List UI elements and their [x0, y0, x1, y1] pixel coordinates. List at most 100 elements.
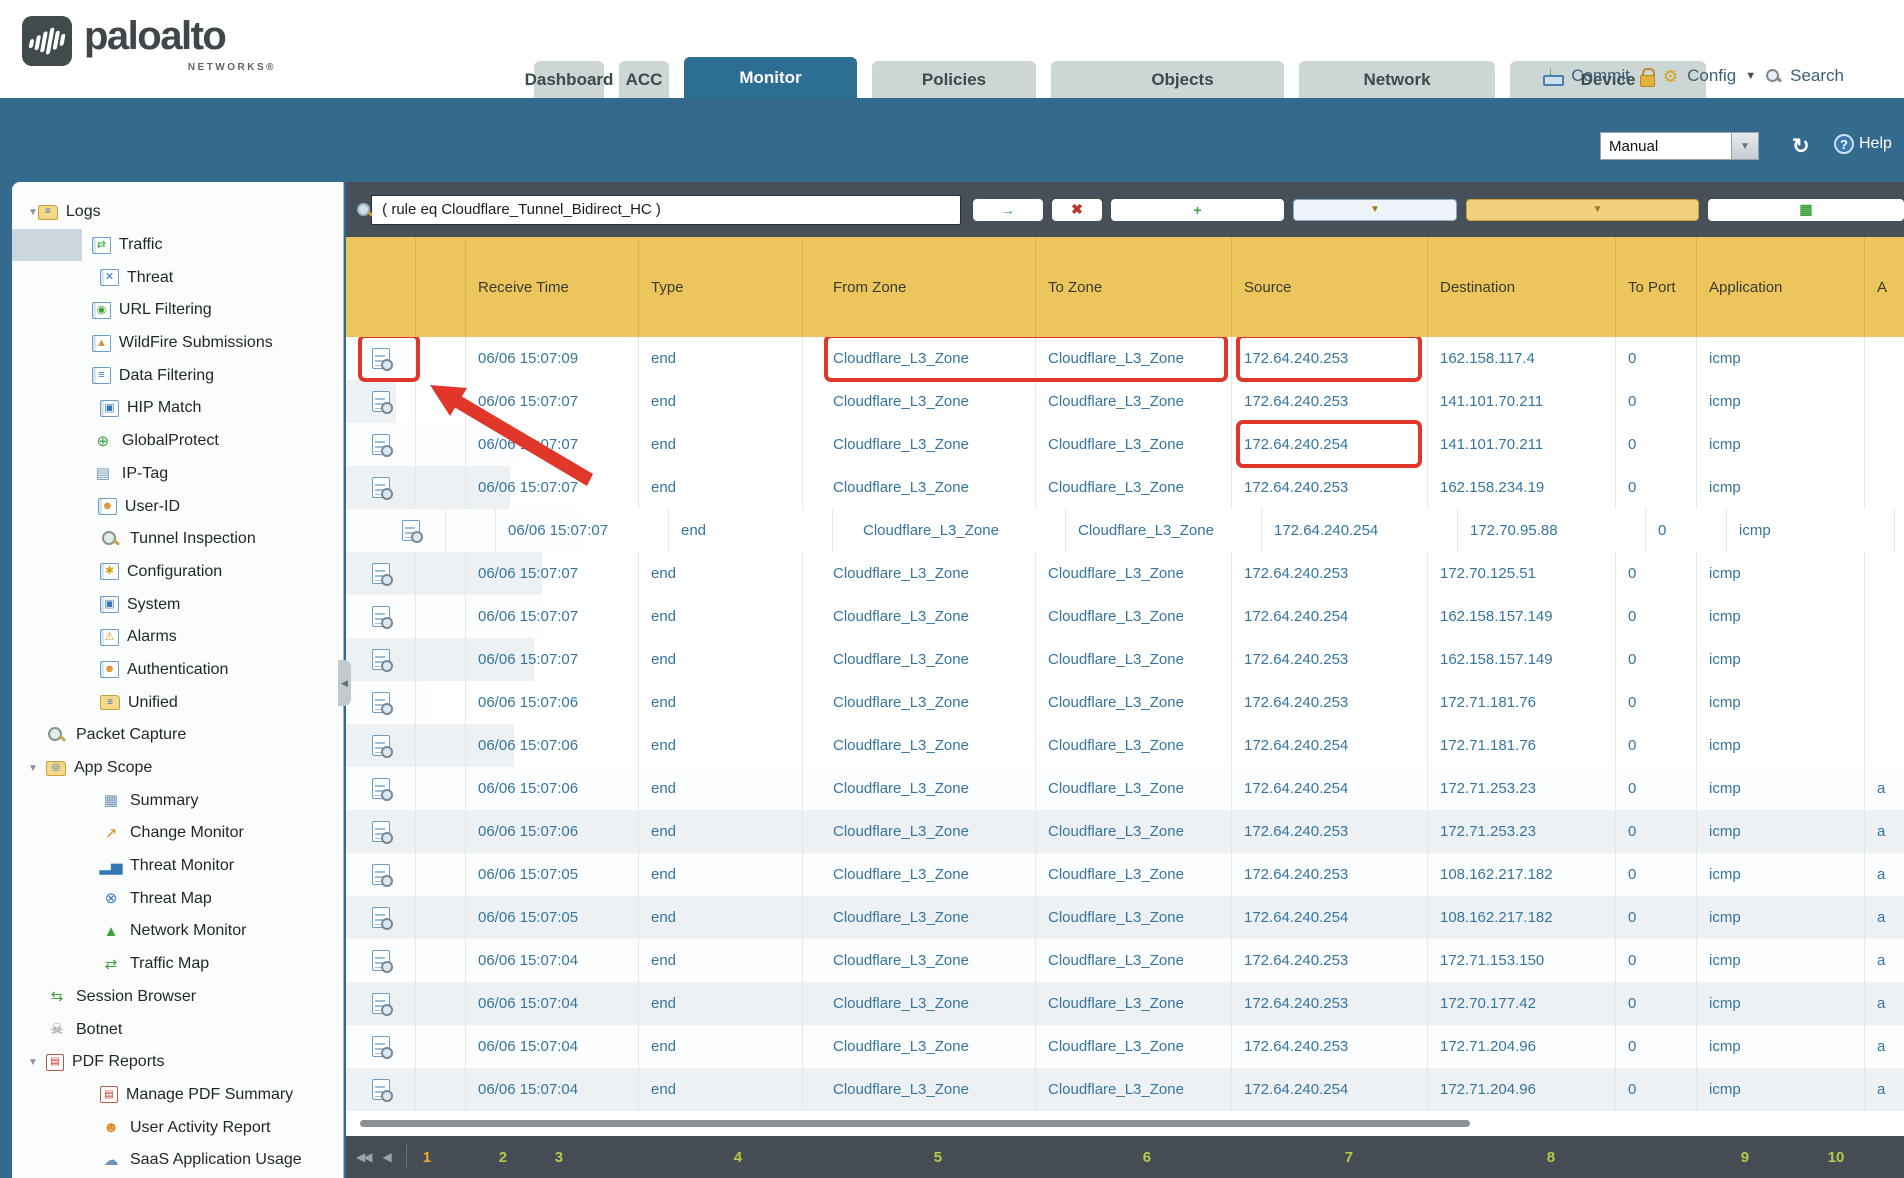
log-detail-icon[interactable]: [402, 520, 420, 541]
source-cell[interactable]: 172.64.240.253: [1232, 337, 1428, 380]
column-header[interactable]: [416, 237, 466, 337]
source-cell[interactable]: 172.64.240.253: [1232, 552, 1428, 595]
receive-time-cell[interactable]: 06/06 15:07:07: [466, 595, 639, 638]
to-zone-cell[interactable]: Cloudflare_L3_Zone: [1036, 638, 1232, 681]
destination-cell[interactable]: 172.70.177.42: [1428, 982, 1616, 1025]
from-zone-cell[interactable]: Cloudflare_L3_Zone: [803, 552, 1036, 595]
refresh-icon[interactable]: ↻: [1792, 134, 1810, 159]
application-cell[interactable]: icmp: [1697, 853, 1865, 896]
source-cell[interactable]: 172.64.240.254: [1262, 509, 1458, 552]
lock-icon[interactable]: [1639, 67, 1654, 85]
application-cell[interactable]: icmp: [1697, 1025, 1865, 1068]
nav-tab[interactable]: Network: [1299, 61, 1495, 98]
to-zone-cell[interactable]: Cloudflare_L3_Zone: [1036, 1068, 1232, 1111]
to-zone-cell[interactable]: Cloudflare_L3_Zone: [1036, 939, 1232, 982]
action-cell[interactable]: a: [1865, 896, 1904, 939]
prev-page-icon[interactable]: ◀: [382, 1150, 389, 1164]
type-cell[interactable]: end: [639, 896, 803, 939]
type-cell[interactable]: end: [639, 681, 803, 724]
page-number[interactable]: 3: [555, 1149, 728, 1166]
application-cell[interactable]: icmp: [1697, 595, 1865, 638]
sidebar-item[interactable]: ▼ Summary: [12, 784, 343, 817]
sidebar-item[interactable]: ▼ Threat Monitor: [12, 850, 343, 883]
help-label[interactable]: Help: [1859, 135, 1892, 153]
to-port-cell[interactable]: 0: [1616, 810, 1697, 853]
type-cell[interactable]: end: [639, 337, 803, 380]
destination-cell[interactable]: 162.158.234.19: [1428, 466, 1616, 509]
source-cell[interactable]: 172.64.240.253: [1232, 638, 1428, 681]
application-cell[interactable]: icmp: [1697, 552, 1865, 595]
type-cell[interactable]: end: [639, 1068, 803, 1111]
receive-time-cell[interactable]: 06/06 15:07:07: [466, 423, 639, 466]
action-cell[interactable]: a: [1865, 982, 1904, 1025]
to-zone-cell[interactable]: Cloudflare_L3_Zone: [1036, 423, 1232, 466]
source-cell[interactable]: 172.64.240.253: [1232, 810, 1428, 853]
search-button[interactable]: Search: [1790, 66, 1844, 86]
source-cell[interactable]: 172.64.240.253: [1232, 466, 1428, 509]
receive-time-cell[interactable]: 06/06 15:07:07: [466, 552, 639, 595]
destination-cell[interactable]: 108.162.217.182: [1428, 896, 1616, 939]
action-cell[interactable]: a: [1865, 810, 1904, 853]
sidebar-item[interactable]: ▼ GlobalProtect: [12, 425, 200, 458]
page-number[interactable]: 8: [1547, 1149, 1735, 1166]
to-port-cell[interactable]: 0: [1616, 724, 1697, 767]
sidebar-item[interactable]: ▼ Alarms: [12, 621, 343, 654]
to-port-cell[interactable]: 0: [1616, 939, 1697, 982]
help-icon[interactable]: ?: [1834, 134, 1854, 154]
sidebar-item[interactable]: ▼ Threat: [12, 261, 185, 294]
to-port-cell[interactable]: 0: [1616, 896, 1697, 939]
receive-time-cell[interactable]: 06/06 15:07:04: [466, 1025, 639, 1068]
sidebar-item[interactable]: ▼ URL Filtering: [12, 294, 176, 327]
type-cell[interactable]: end: [639, 423, 803, 466]
receive-time-cell[interactable]: 06/06 15:07:07: [466, 380, 639, 423]
type-cell[interactable]: end: [639, 466, 803, 509]
application-cell[interactable]: icmp: [1697, 1068, 1865, 1111]
from-zone-cell[interactable]: Cloudflare_L3_Zone: [803, 337, 1036, 380]
source-cell[interactable]: 172.64.240.253: [1232, 853, 1428, 896]
to-zone-cell[interactable]: Cloudflare_L3_Zone: [1036, 896, 1232, 939]
sidebar-item[interactable]: ▼ HIP Match: [12, 392, 208, 425]
to-zone-cell[interactable]: Cloudflare_L3_Zone: [1036, 595, 1232, 638]
destination-cell[interactable]: 172.70.125.51: [1428, 552, 1616, 595]
source-cell[interactable]: 172.64.240.253: [1232, 681, 1428, 724]
destination-cell[interactable]: 162.158.157.149: [1428, 638, 1616, 681]
from-zone-cell[interactable]: Cloudflare_L3_Zone: [803, 896, 1036, 939]
to-port-cell[interactable]: 0: [1616, 638, 1697, 681]
column-header[interactable]: Receive Time: [466, 237, 639, 337]
config-caret-icon[interactable]: ▼: [1745, 70, 1756, 82]
to-port-cell[interactable]: 0: [1616, 853, 1697, 896]
column-header[interactable]: Destination: [1428, 237, 1616, 337]
sidebar-item[interactable]: ▼ Authentication: [12, 654, 343, 687]
from-zone-cell[interactable]: Cloudflare_L3_Zone: [803, 681, 1036, 724]
action-cell[interactable]: a: [1895, 509, 1904, 552]
application-cell[interactable]: icmp: [1697, 767, 1865, 810]
action-cell[interactable]: a: [1865, 595, 1877, 638]
from-zone-cell[interactable]: Cloudflare_L3_Zone: [803, 1025, 1036, 1068]
receive-time-cell[interactable]: 06/06 15:07:05: [466, 896, 639, 939]
column-header[interactable]: From Zone: [803, 237, 1036, 337]
to-port-cell[interactable]: 0: [1646, 509, 1727, 552]
log-detail-icon[interactable]: [372, 1036, 390, 1057]
from-zone-cell[interactable]: Cloudflare_L3_Zone: [803, 466, 1036, 509]
sidebar-item[interactable]: ▼ Botnet: [12, 1013, 343, 1046]
destination-cell[interactable]: 108.162.217.182: [1428, 853, 1616, 896]
from-zone-cell[interactable]: Cloudflare_L3_Zone: [803, 810, 1036, 853]
to-port-cell[interactable]: 0: [1616, 423, 1697, 466]
source-cell[interactable]: 172.64.240.254: [1232, 724, 1428, 767]
type-cell[interactable]: end: [639, 810, 803, 853]
to-zone-cell[interactable]: Cloudflare_L3_Zone: [1036, 810, 1232, 853]
expand-triangle-icon[interactable]: ▼: [28, 207, 38, 218]
application-cell[interactable]: icmp: [1697, 380, 1865, 423]
receive-time-cell[interactable]: 06/06 15:07:07: [466, 638, 639, 681]
sidebar-item[interactable]: ▼ IP-Tag: [12, 458, 93, 491]
action-cell[interactable]: a: [1865, 767, 1904, 810]
destination-cell[interactable]: 172.71.253.23: [1428, 767, 1616, 810]
destination-cell[interactable]: 141.101.70.211: [1428, 380, 1616, 423]
nav-tab[interactable]: Objects: [1051, 61, 1284, 98]
log-detail-icon[interactable]: [372, 864, 390, 885]
action-cell[interactable]: a: [1865, 638, 1877, 681]
sidebar-item[interactable]: ▼ Network Monitor: [12, 915, 343, 948]
page-number[interactable]: 6: [1143, 1149, 1339, 1166]
first-page-icon[interactable]: ◀◀: [356, 1150, 370, 1164]
clear-filter-button[interactable]: ✖: [1052, 199, 1102, 221]
